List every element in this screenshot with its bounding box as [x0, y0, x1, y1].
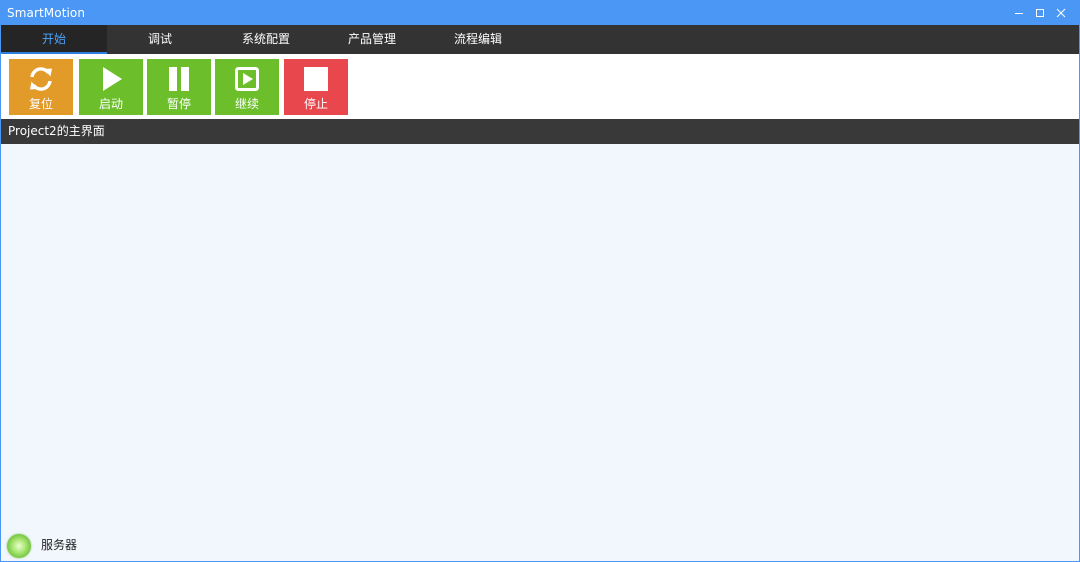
resume-button[interactable]: 继续: [215, 59, 279, 115]
section-header: Project2的主界面: [1, 119, 1079, 144]
menu-bar: 开始 调试 系统配置 产品管理 流程编辑: [1, 25, 1079, 54]
status-bar: 服务器: [1, 529, 1079, 561]
maximize-icon: [1035, 9, 1044, 17]
app-window: SmartMotion 开始 调试 系统配置 产品管理 流程编辑 复位 启动 暂…: [0, 0, 1080, 562]
server-status-label: 服务器: [41, 538, 78, 552]
tab-product-management[interactable]: 产品管理: [319, 25, 425, 54]
resume-label: 继续: [234, 97, 259, 111]
start-label: 启动: [98, 97, 123, 111]
close-icon: [1056, 8, 1065, 18]
play-icon: [103, 67, 122, 91]
tab-system-config[interactable]: 系统配置: [213, 25, 319, 54]
tab-flow-editor[interactable]: 流程编辑: [425, 25, 531, 54]
refresh-icon: [30, 67, 52, 91]
minimize-button[interactable]: [1008, 1, 1029, 25]
minimize-icon: [1014, 13, 1023, 14]
reset-button[interactable]: 复位: [9, 59, 73, 115]
window-controls: [1008, 1, 1071, 25]
tab-start[interactable]: 开始: [1, 25, 107, 54]
main-content-area: [1, 144, 1079, 529]
stop-button[interactable]: 停止: [284, 59, 348, 115]
status-led-icon: [7, 534, 31, 558]
pause-icon: [169, 67, 189, 91]
toolbar: 复位 启动 暂停 继续 停止: [1, 54, 1079, 119]
window-title: SmartMotion: [7, 6, 86, 20]
maximize-button[interactable]: [1029, 1, 1050, 25]
pause-label: 暂停: [166, 97, 191, 111]
tab-debug[interactable]: 调试: [107, 25, 213, 54]
resume-icon: [235, 67, 259, 91]
stop-label: 停止: [303, 97, 328, 111]
close-button[interactable]: [1050, 1, 1071, 25]
reset-label: 复位: [28, 97, 53, 111]
page-title: Project2的主界面: [8, 124, 105, 138]
stop-icon: [304, 67, 328, 91]
pause-button[interactable]: 暂停: [147, 59, 211, 115]
start-button[interactable]: 启动: [79, 59, 143, 115]
title-bar: SmartMotion: [1, 1, 1079, 25]
